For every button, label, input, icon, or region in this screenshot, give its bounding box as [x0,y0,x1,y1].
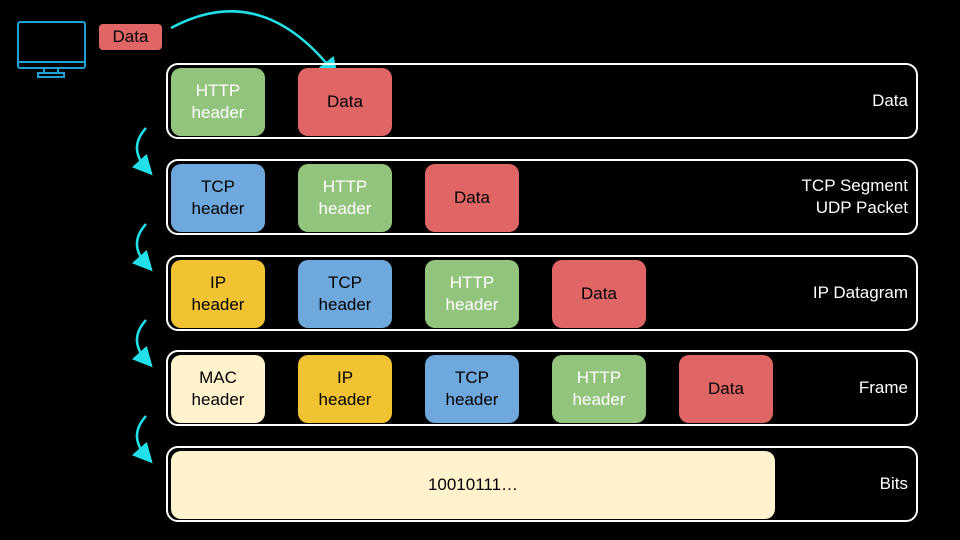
computer-icon [17,21,86,78]
layer-label: Frame [858,378,908,397]
layer-row: TCP header HTTP header Data TCP Segment UDP… [166,159,918,235]
down-arrow [131,319,153,368]
source-data-block: Data [99,24,162,50]
down-arrow [131,127,153,176]
down-arrow [131,223,153,272]
down-arrow [131,415,153,464]
http-block: HTTP header [298,164,392,232]
layer-row: IP header TCP header HTTP header Data IP Dat… [166,255,918,331]
layer-label: Data [872,91,908,110]
layer-row: 10010111… Bits [166,446,918,522]
http-block: HTTP header [171,68,265,136]
ip-block: IP header [298,355,392,423]
http-block: HTTP header [552,355,646,423]
data-block: Data [552,260,646,328]
layer-row: HTTP header Data Data [166,63,918,139]
data-block: Data [298,68,392,136]
mac-block: MAC header [171,355,265,423]
data-block: Data [679,355,773,423]
tcp-block: TCP header [298,260,392,328]
ip-block: IP header [171,260,265,328]
bits-block: 10010111… [171,451,775,519]
data-arrow [170,10,339,78]
layer-label: IP Datagram [812,283,908,302]
tcp-block: TCP header [425,355,519,423]
layer-label: TCP Segment UDP Packet [801,176,908,217]
layer-label: Bits [879,474,908,493]
encapsulation-diagram: Data HTTP header Data Data TCP header HTTP h… [0,0,960,540]
tcp-block: TCP header [171,164,265,232]
layer-row: MAC header IP header TCP header HTTP header… [166,350,918,426]
data-block: Data [425,164,519,232]
http-block: HTTP header [425,260,519,328]
